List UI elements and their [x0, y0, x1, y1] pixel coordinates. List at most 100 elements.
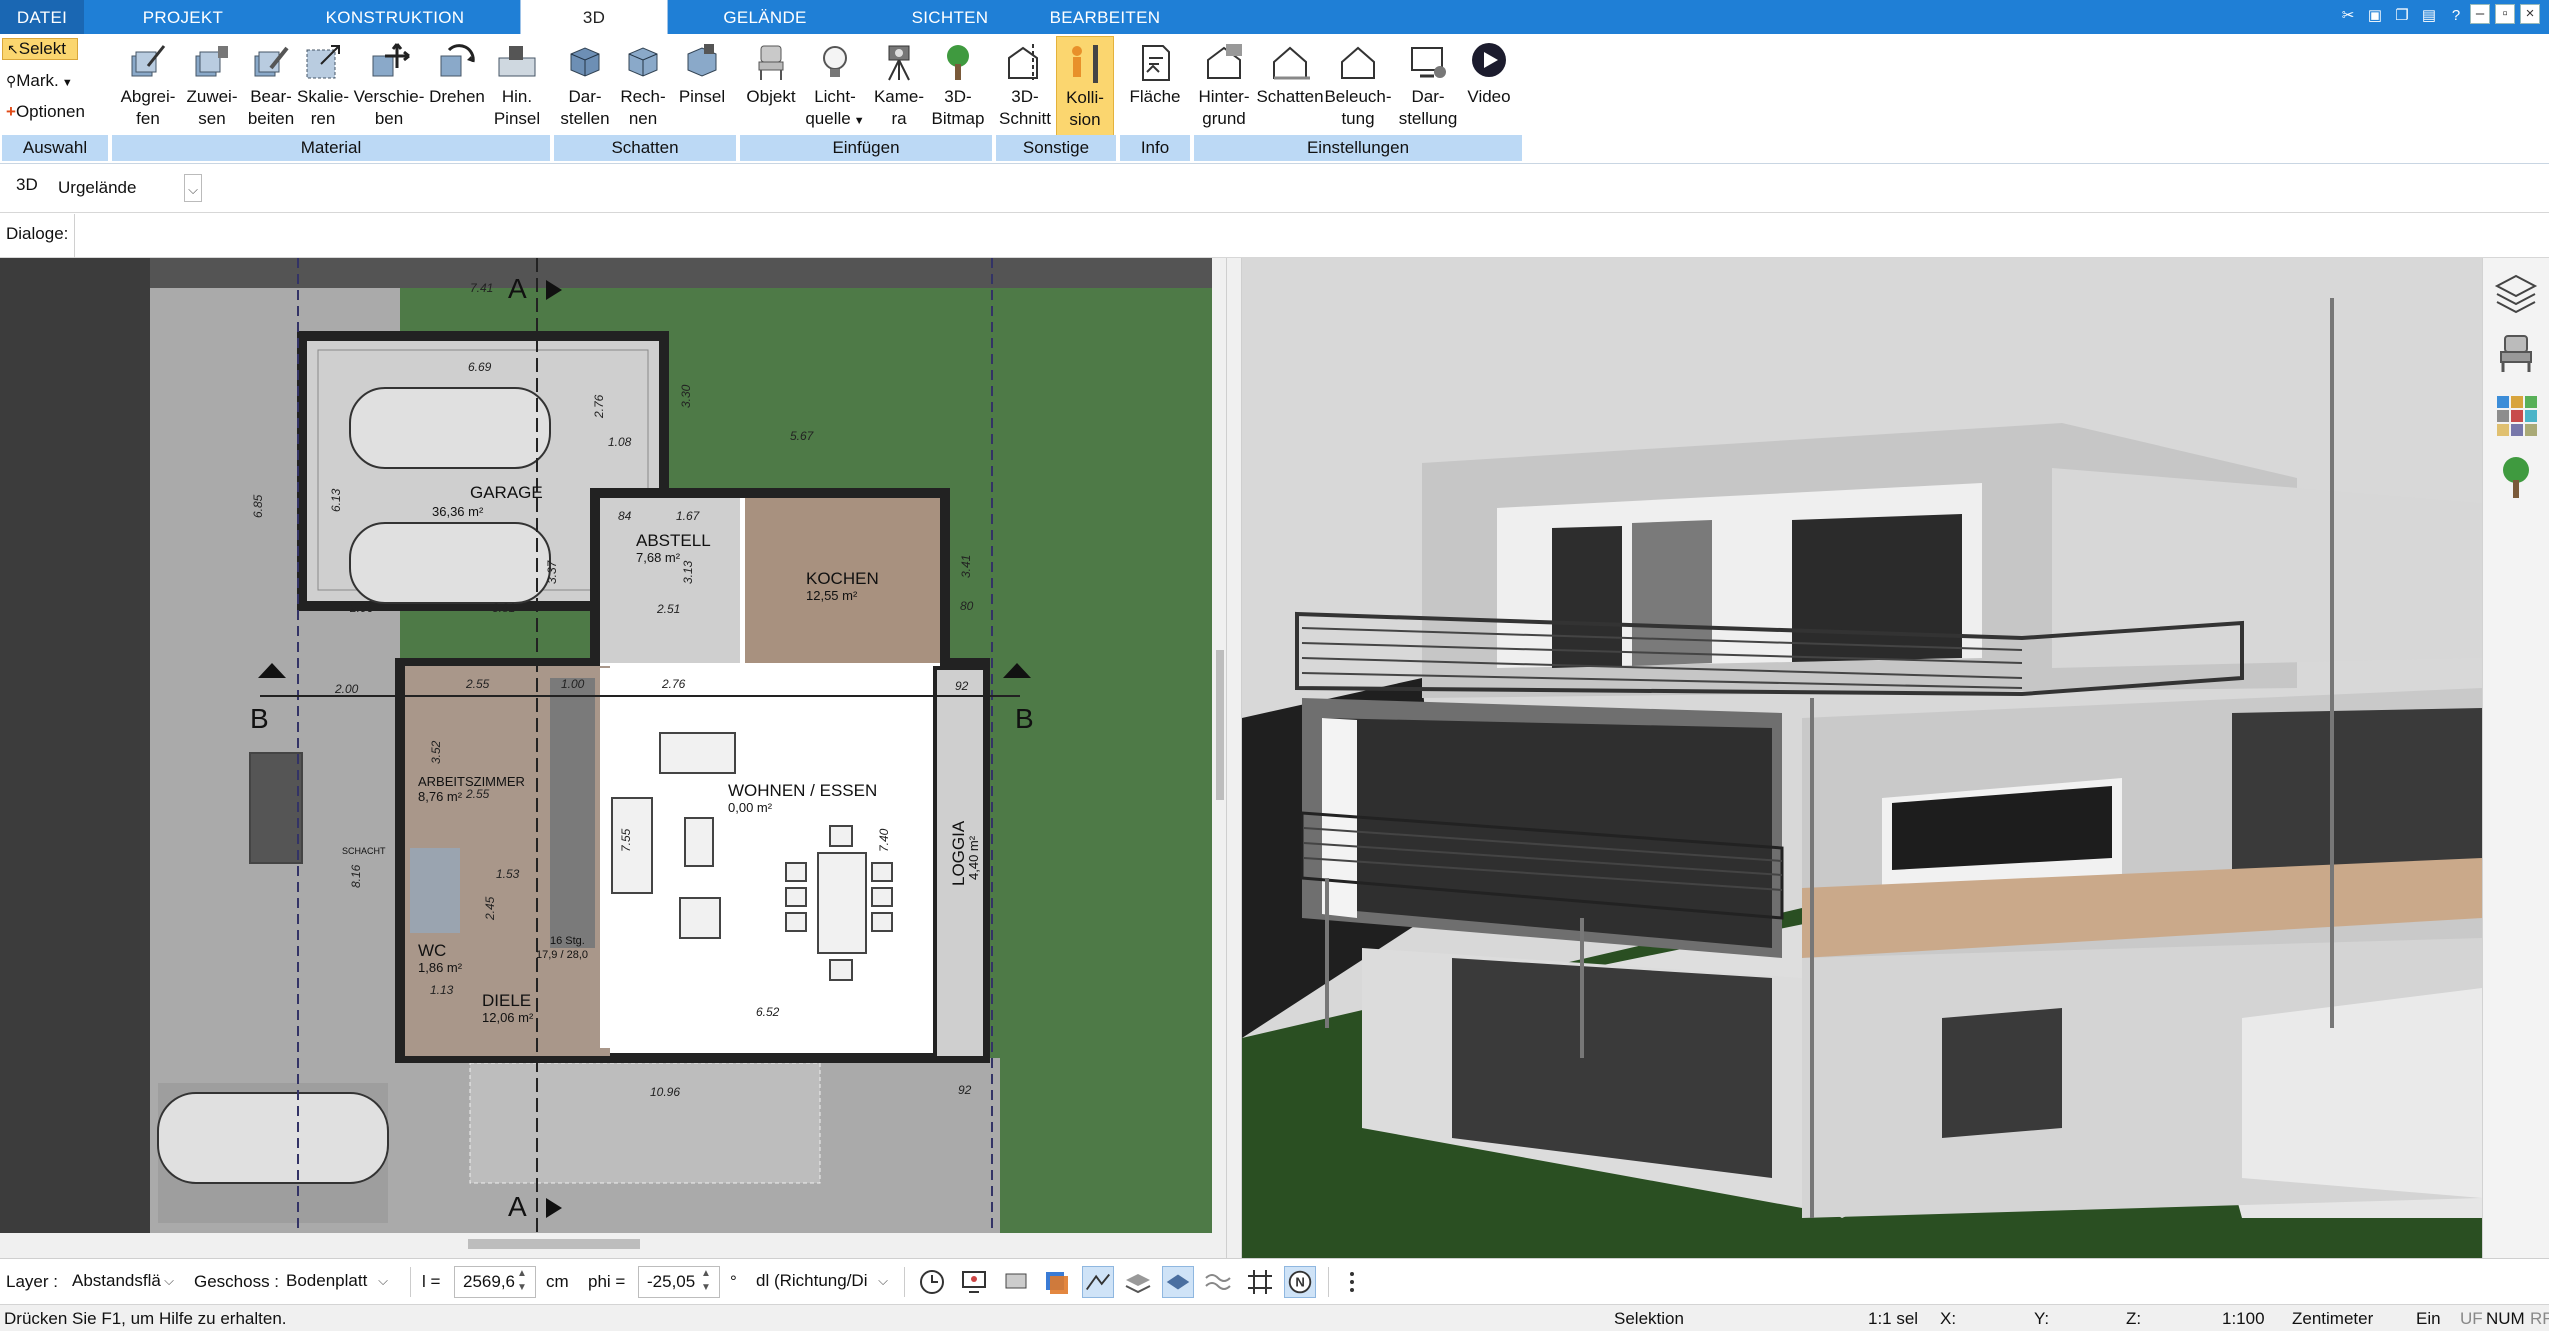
- abgreifen-button[interactable]: Abgrei-fen: [112, 36, 184, 136]
- objekt-button[interactable]: Objekt: [740, 36, 802, 136]
- tab-3d[interactable]: 3D: [520, 0, 668, 34]
- selekt-button[interactable]: ↖Selekt: [2, 38, 78, 60]
- geschoss-label: Geschoss :: [194, 1272, 280, 1291]
- rechnen-button[interactable]: Rech-nen: [612, 36, 674, 136]
- svg-text:N: N: [1295, 1275, 1304, 1290]
- status-uf: UF: [2460, 1309, 2483, 1328]
- layer-combo[interactable]: Abstandsflä ⌵: [64, 1266, 182, 1298]
- dimension-label: 8.16: [349, 864, 363, 888]
- dimension-label: 1.67: [676, 509, 701, 523]
- divider: [410, 1267, 411, 1297]
- dimension-label: 7.55: [619, 828, 633, 852]
- grid-icon[interactable]: [1244, 1266, 1276, 1298]
- layers-icon[interactable]: [2493, 270, 2539, 316]
- direction-combo[interactable]: dl (Richtung/Di ⌵: [748, 1266, 896, 1298]
- mark-button[interactable]: ⚲Mark. ▼: [2, 69, 102, 93]
- chevron-down-icon: ⌵: [164, 1273, 174, 1288]
- length-unit: cm: [546, 1272, 569, 1291]
- dimension-label: 84: [618, 509, 632, 523]
- view-toolbar: 3D Urgelände ⌵: [0, 165, 2549, 213]
- length-input[interactable]: 2569,6 ▲ ▼: [454, 1266, 536, 1298]
- more-options-icon[interactable]: [1336, 1266, 1368, 1298]
- tab-sichten[interactable]: SICHTEN: [890, 0, 1010, 34]
- plus-icon: +: [6, 102, 16, 121]
- render-icon[interactable]: [1000, 1266, 1032, 1298]
- dimension-label: 2.00: [334, 682, 359, 696]
- plane-icon[interactable]: [1162, 1266, 1194, 1298]
- move-icon: [372, 43, 410, 77]
- tab-datei[interactable]: DATEI: [0, 0, 84, 34]
- phi-input[interactable]: -25,05 ▲ ▼: [638, 1266, 720, 1298]
- north-icon[interactable]: N: [1284, 1266, 1316, 1298]
- flaeche-button[interactable]: Fläche: [1124, 36, 1186, 136]
- window-stack-icon[interactable]: ❐: [2390, 4, 2414, 28]
- materials-icon[interactable]: [2493, 392, 2539, 438]
- help-hint: Drücken Sie F1, um Hilfe zu erhalten.: [4, 1309, 287, 1328]
- terrain-combo[interactable]: Urgelände ⌵: [50, 173, 206, 205]
- monitor-icon[interactable]: [958, 1266, 990, 1298]
- status-unit: Zentimeter: [2292, 1309, 2374, 1328]
- 3d-bitmap-button[interactable]: 3D- Bitmap: [928, 36, 988, 136]
- tab-bearbeiten[interactable]: BEARBEITEN: [1045, 0, 1165, 34]
- spinner-icon[interactable]: ▲ ▼: [697, 1267, 715, 1295]
- minimize-button[interactable]: –: [2470, 4, 2490, 24]
- schatten-button[interactable]: Schatten: [1256, 36, 1324, 136]
- hintergrund-button[interactable]: Hinter-grund: [1190, 36, 1258, 136]
- plants-icon[interactable]: [2493, 454, 2539, 500]
- optionen-button[interactable]: +Optionen: [2, 99, 112, 125]
- plan-room-name: WC: [418, 941, 446, 960]
- drehen-button[interactable]: Drehen: [422, 36, 492, 136]
- cube-calc-icon: [628, 47, 658, 77]
- help-icon[interactable]: ?: [2444, 4, 2468, 28]
- chevron-down-icon: ⌵: [378, 1273, 388, 1288]
- split-divider[interactable]: [1226, 258, 1242, 1258]
- verschieben-button[interactable]: Verschie-ben: [350, 36, 428, 136]
- geschoss-combo[interactable]: Bodenplatt ⌵: [278, 1266, 396, 1298]
- plan-room-area: 0,00 m²: [728, 800, 773, 815]
- dimension-label: 1.08: [608, 435, 632, 449]
- kamera-button[interactable]: Kame-ra: [868, 36, 930, 136]
- stair-label: 16 Stg.: [550, 935, 585, 947]
- 3d-schnitt-button[interactable]: 3D- Schnitt: [996, 36, 1054, 136]
- 3d-render-canvas: [1242, 258, 2482, 1258]
- light-bulb-icon: [823, 46, 847, 77]
- spinner-icon[interactable]: ▲ ▼: [513, 1267, 531, 1295]
- pinsel-button[interactable]: Pinsel: [672, 36, 732, 136]
- dimension-label: 2.76: [661, 677, 686, 691]
- brush-icon: [498, 46, 536, 77]
- maximize-button[interactable]: ▫: [2495, 4, 2515, 24]
- layout-icon[interactable]: ▤: [2417, 4, 2441, 28]
- tab-projekt[interactable]: PROJEKT: [118, 0, 248, 34]
- texture-icon[interactable]: [1122, 1266, 1154, 1298]
- tab-gelaende[interactable]: GELÄNDE: [710, 0, 820, 34]
- dimension-label: 1.13: [430, 983, 454, 997]
- furniture-icon[interactable]: [2493, 330, 2539, 376]
- beleuchtung-button[interactable]: Beleuch-tung: [1322, 36, 1394, 136]
- video-button[interactable]: Video: [1462, 36, 1516, 136]
- tools-icon[interactable]: ✂: [2336, 4, 2360, 28]
- skalieren-button[interactable]: Skalie-ren: [290, 36, 356, 136]
- clock-icon[interactable]: [916, 1266, 948, 1298]
- stack-icon[interactable]: [1040, 1266, 1072, 1298]
- window-restore-icon[interactable]: ▣: [2363, 4, 2387, 28]
- close-button[interactable]: ×: [2520, 4, 2540, 24]
- darstellen-button[interactable]: Dar-stellen: [556, 36, 614, 136]
- 3d-view[interactable]: [1242, 258, 2482, 1258]
- tab-konstruktion[interactable]: KONSTRUKTION: [320, 0, 470, 34]
- kollision-button[interactable]: Kolli-sion: [1056, 36, 1114, 136]
- dimension-label: 2.51: [656, 602, 680, 616]
- chevron-down-icon: ⌵: [878, 1273, 888, 1288]
- darstellung-button[interactable]: Dar-stellung: [1392, 36, 1464, 136]
- tree-icon: [947, 45, 969, 80]
- status-bar: Drücken Sie F1, um Hilfe zu erhalten. Se…: [0, 1304, 2549, 1331]
- dimension-label: 3.37: [545, 559, 559, 584]
- hin-pinsel-button[interactable]: Hin. Pinsel: [484, 36, 550, 136]
- dimension-label: 2.55: [465, 787, 490, 801]
- terrain-icon[interactable]: [1082, 1266, 1114, 1298]
- plan-room-name: KOCHEN: [806, 569, 879, 588]
- wave-icon[interactable]: [1202, 1266, 1234, 1298]
- lichtquelle-button[interactable]: Licht-quelle ▼: [804, 36, 866, 136]
- floor-plan-view[interactable]: GARAGE 36,36 m² ABSTELL 7,68 m² KOCHEN 1…: [0, 258, 1226, 1258]
- section-marker: A: [508, 1191, 527, 1222]
- dimension-label: 6.85: [251, 494, 265, 518]
